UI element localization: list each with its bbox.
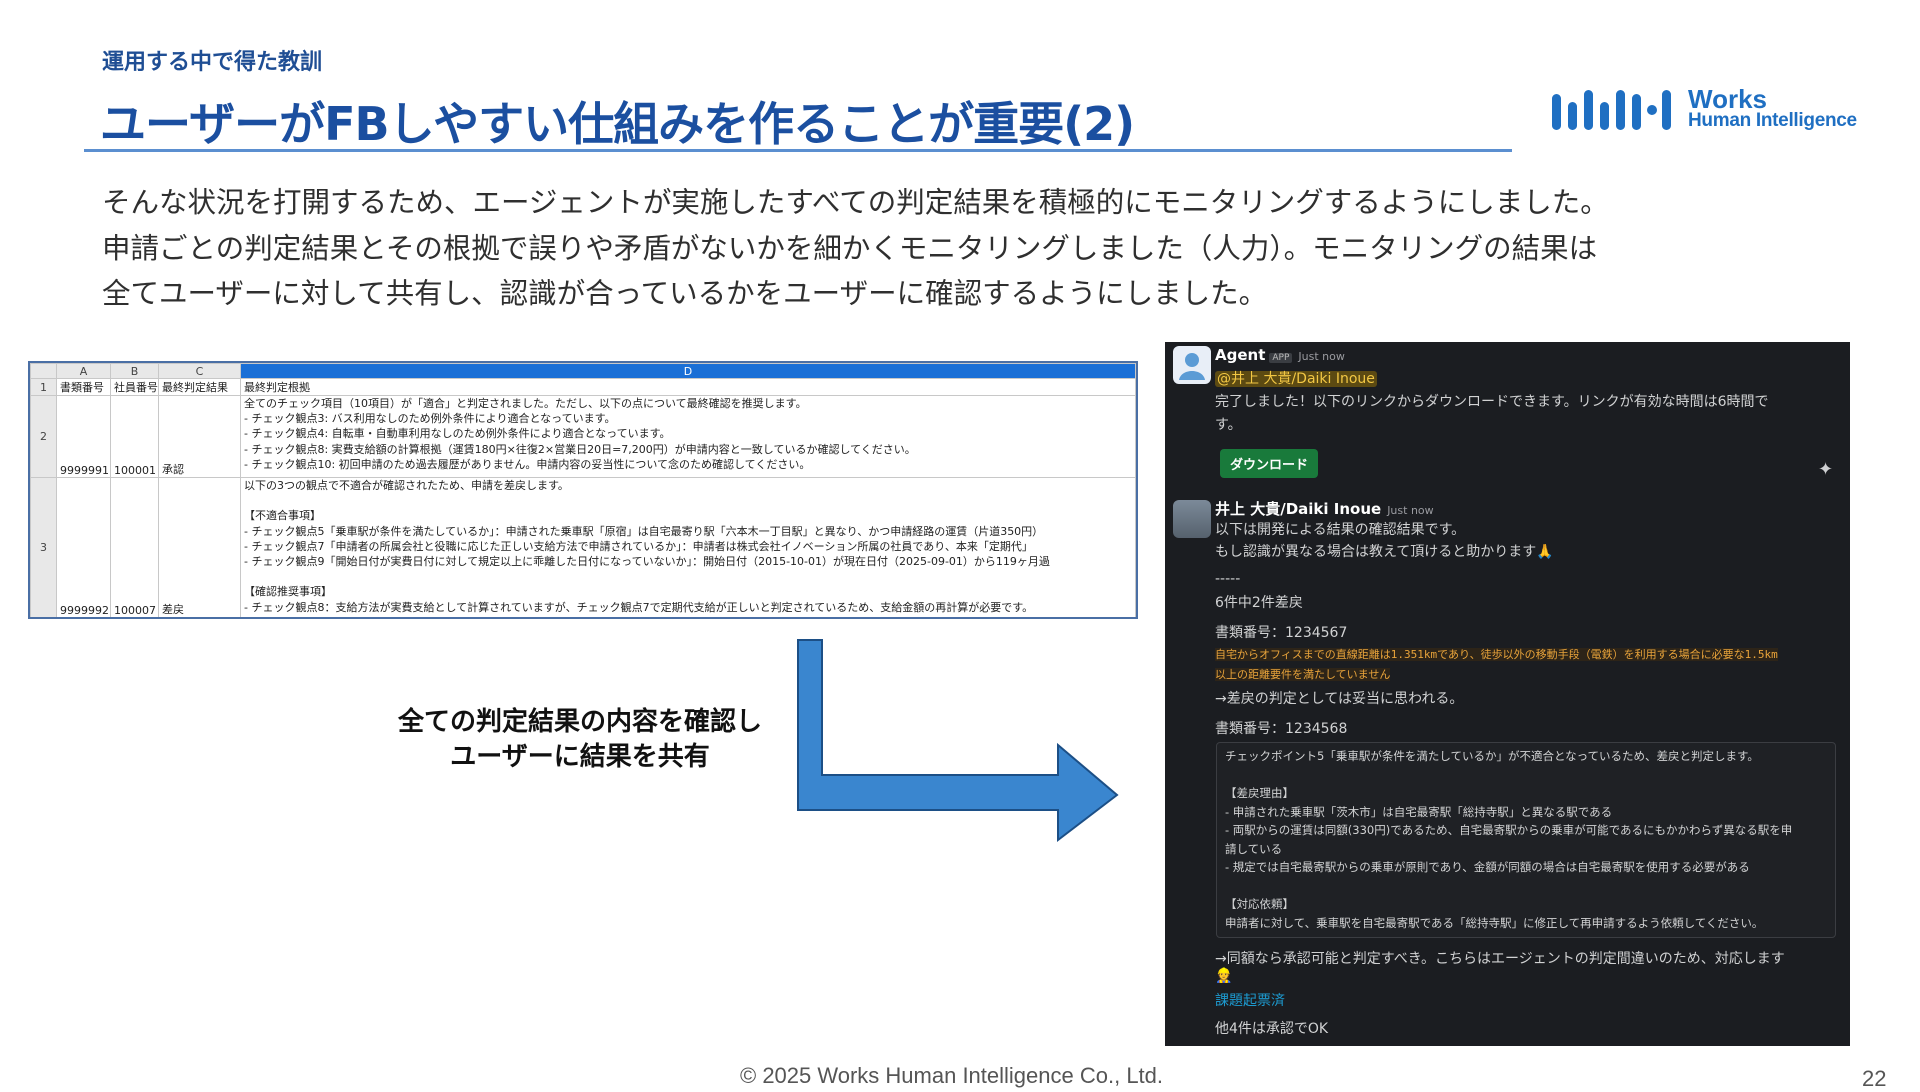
col-letter: B — [110, 363, 159, 379]
reason-line: - チェック観点9「開始日付が実費日付に対して規定以上に乖離した日付になっていな… — [244, 555, 1050, 569]
chat-screenshot: Agent APP Just now @井上 大貴/Daiki Inoue 完了しま… — [1165, 342, 1850, 1046]
message-time: Just now — [1387, 504, 1434, 517]
header-cell: 社員番号 — [110, 378, 159, 396]
reason-line: - チェック観点4: 自転車・自動車利用なしのため例外条件により適合となっていま… — [244, 427, 671, 441]
quote-line — [1225, 766, 1827, 785]
quoted-reason-block: チェックポイント5「乗車駅が条件を満たしているか」が不適合となっているため、差戻… — [1216, 742, 1836, 938]
reason-line: - チェック観点8: 実費支給額の計算根拠（運賃180円×往復2×営業日20日=… — [244, 442, 916, 456]
app-badge: APP — [1269, 353, 1293, 363]
quote-line: 【差戻理由】 — [1225, 786, 1294, 800]
spreadsheet-screenshot: A B C D 1 書類番号 社員番号 最終判定結果 最終判定根拠 2 9999… — [28, 361, 1138, 619]
highlighted-reason: 自宅からオフィスまでの直線距離は1.351kmであり、徒歩以外の移動手段（電鉄）… — [1215, 648, 1778, 661]
col-letter: C — [158, 363, 241, 379]
row-number: 3 — [30, 477, 57, 617]
corner-cell — [30, 363, 57, 379]
quote-line: - 両駅からの運賃は同額(330円)であるため、自宅最寄駅からの乗車が可能である… — [1225, 823, 1793, 837]
copyright-footer: © 2025 Works Human Intelligence Co., Ltd… — [740, 1063, 1164, 1088]
quote-line: 申請者に対して、乗車駅を自宅最寄駅である「総持寺駅」に修正して再申請するよう依頼… — [1225, 915, 1764, 930]
header-cell: 最終判定結果 — [158, 378, 241, 396]
reason-line: - チェック観点3: バス利用なしのため例外条件により適合となっています。 — [244, 412, 616, 426]
worker-emoji-icon: 👷 — [1215, 968, 1233, 984]
header-row: 1 書類番号 社員番号 最終判定結果 最終判定根拠 — [30, 378, 1136, 396]
arrow-caption: 全ての判定結果の内容を確認し ユーザーに結果を共有 — [340, 705, 820, 775]
reason-line — [244, 493, 1132, 508]
message-text: 完了しました！以下のリンクからダウンロードできます。リンクが有効な時間は6時間で — [1215, 394, 1769, 410]
message-author: Agent — [1215, 346, 1266, 364]
page-number: 22 — [1862, 1066, 1887, 1091]
logo-text-hi: Human Intelligence — [1688, 110, 1857, 131]
doc-number-cell: 9999991 — [56, 395, 111, 478]
user-icon — [1179, 353, 1205, 380]
quote-line: 請している — [1225, 841, 1283, 856]
table-row: 2 9999991 100001 承認 全てのチェック項目（10項目）が「適合」… — [30, 395, 1136, 478]
reason-cell: 以下の3つの観点で不適合が確認されたため、申請を差戻します。 【不適合事項】 -… — [240, 477, 1136, 617]
column-letter-row: A B C D — [30, 363, 1136, 379]
judgement-text: →差戻の判定としては妥当に思われる。 — [1215, 691, 1464, 707]
reason-line: - チェック観点8：支給方法が実費支給として計算されていますが、チェック観点7で… — [244, 600, 1034, 614]
flow-arrow-icon — [797, 639, 1119, 843]
col-letter-selected: D — [240, 363, 1136, 379]
reason-line: 全てのチェック項目（10項目）が「適合」と判定されました。ただし、以下の点につい… — [244, 397, 807, 410]
reason-line — [244, 569, 1132, 584]
reason-line: 以下の3つの観点で不適合が確認されたため、申請を差戻します。 — [244, 479, 569, 492]
caption-line: 全ての判定結果の内容を確認し — [397, 707, 762, 737]
reason-line: - チェック観点7「申請者の所属会社と役職に応じた正しい支給方法で申請されている… — [244, 539, 1033, 553]
slide-title: ユーザーがFBしやすい仕組みを作ることが重要(2) — [100, 97, 1135, 151]
doc-number-text: 書類番号：1234568 — [1215, 721, 1348, 737]
reason-line: - チェック観点10: 初回申請のため過去履歴がありません。申請内容の妥当性につ… — [244, 457, 811, 471]
message-text: 以下は開発による結果の確認結果です。 — [1215, 522, 1466, 538]
quote-line: 【対応依頼】 — [1225, 897, 1294, 911]
row-number: 1 — [30, 378, 57, 396]
col-letter: A — [56, 363, 111, 379]
doc-number-cell: 9999992 — [56, 477, 111, 617]
highlighted-reason: 以上の距離要件を満たしていません — [1215, 668, 1391, 681]
result-cell: 承認 — [158, 395, 241, 478]
caption-line: ユーザーに結果を共有 — [450, 742, 710, 772]
reason-cell: 全てのチェック項目（10項目）が「適合」と判定されました。ただし、以下の点につい… — [240, 395, 1136, 478]
reason-line: 【確認推奨事項】 — [244, 585, 332, 599]
quote-line: - 規定では自宅最寄駅からの乗車が原則であり、金額が同額の場合は自宅最寄駅を使用… — [1225, 860, 1750, 874]
body-paragraph: そんな状況を打開するため、エージェントが実施したすべての判定結果を積極的にモニタ… — [102, 180, 1862, 317]
download-button[interactable]: ダウンロード — [1220, 449, 1319, 478]
ticket-link[interactable]: 課題起票済 — [1215, 990, 1285, 1010]
row-number: 2 — [30, 395, 57, 478]
doc-number-text: 書類番号：1234567 — [1215, 625, 1348, 641]
message-author: 井上 大貴/Daiki Inoue — [1215, 500, 1382, 518]
body-line: 全てユーザーに対して共有し、認識が合っているかをユーザーに確認するようにしました… — [102, 277, 1268, 310]
section-label: 運用する中で得た教訓 — [102, 50, 323, 75]
judgement-text: →同額なら承認可能と判定すべき。こちらはエージェントの判定間違いのため、対応しま… — [1215, 951, 1785, 967]
final-text: 他4件は承認でOK — [1215, 1021, 1329, 1037]
separator-text: ----- — [1215, 571, 1241, 587]
table-row: 3 9999992 100007 差戻 以下の3つの観点で不適合が確認されたため… — [30, 477, 1136, 617]
company-logo: Works Human Intelligence — [1550, 80, 1870, 136]
sparkle-icon[interactable]: ✦ — [1818, 459, 1833, 480]
title-underline — [84, 149, 1512, 152]
header-cell: 書類番号 — [56, 378, 111, 396]
employee-number-cell: 100007 — [110, 477, 159, 617]
body-line: そんな状況を打開するため、エージェントが実施したすべての判定結果を積極的にモニタ… — [102, 186, 1609, 219]
quote-line: チェックポイント5「乗車駅が条件を満たしているか」が不適合となっているため、差戻… — [1225, 749, 1759, 763]
user-avatar — [1173, 500, 1211, 538]
body-line: 申請ごとの判定結果とその根拠で誤りや矛盾がないかを細かくモニタリングしました（人… — [102, 231, 1598, 265]
logo-mark-icon — [1552, 90, 1671, 130]
quote-line: - 申請された乗車駅「茨木市」は自宅最寄駅「総持寺駅」と異なる駅である — [1225, 804, 1613, 819]
employee-number-cell: 100001 — [110, 395, 159, 478]
agent-avatar — [1173, 346, 1211, 384]
header-cell: 最終判定根拠 — [240, 378, 1136, 396]
message-text: もし認識が異なる場合は教えて頂けると助かります🙏 — [1215, 544, 1554, 560]
result-cell: 差戻 — [158, 477, 241, 617]
user-mention[interactable]: @井上 大貴/Daiki Inoue — [1215, 371, 1377, 387]
quote-line — [1225, 877, 1827, 896]
message-text: す。 — [1215, 417, 1242, 433]
message-time: Just now — [1298, 350, 1345, 363]
reason-line: - チェック観点5「乗車駅が条件を満たしているか」：申請された乗車駅「原宿」は自… — [244, 524, 1044, 538]
summary-text: 6件中2件差戻 — [1215, 595, 1303, 611]
reason-line: 【不適合事項】 — [244, 509, 321, 523]
